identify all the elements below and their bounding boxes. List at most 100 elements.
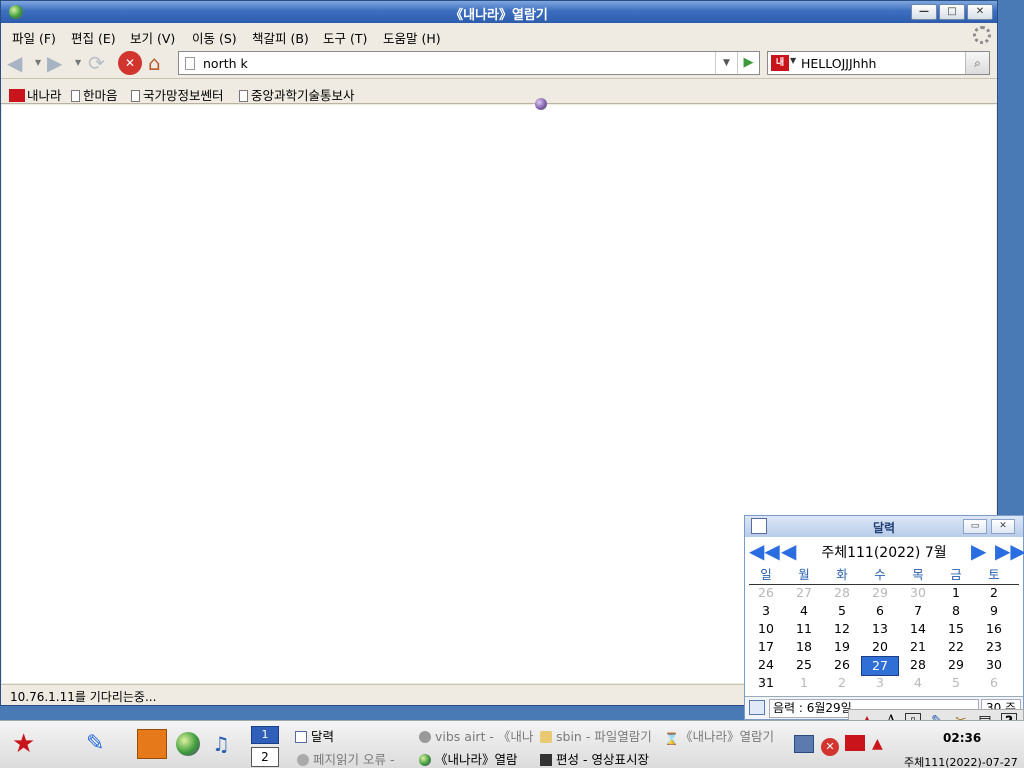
calendar-day[interactable]: 27	[785, 584, 823, 602]
calendar-day[interactable]: 24	[747, 656, 785, 674]
calendar-day[interactable]: 8	[937, 602, 975, 620]
calendar-day[interactable]: 4	[785, 602, 823, 620]
url-dropdown-icon[interactable]: ▼	[715, 52, 737, 74]
calendar-close-button[interactable]: ✕	[991, 519, 1015, 534]
calendar-day[interactable]: 27	[861, 656, 899, 676]
calendar-day[interactable]: 11	[785, 620, 823, 638]
task-sbin[interactable]: sbin - 파일열람기	[540, 726, 658, 745]
menu-tools[interactable]: 도구 (T)	[323, 28, 367, 47]
start-menu-star-icon[interactable]: ★	[12, 729, 68, 759]
lunar-icon[interactable]	[749, 700, 765, 715]
calendar-day[interactable]: 29	[937, 656, 975, 674]
back-arrow-icon[interactable]: ◀	[7, 51, 31, 75]
task-vibs[interactable]: vibs airt - 《내나	[419, 726, 535, 745]
search-icon[interactable]: ⌕	[965, 52, 989, 74]
flag-icon[interactable]	[845, 735, 865, 751]
calendar-day[interactable]: 10	[747, 620, 785, 638]
network-icon[interactable]	[794, 735, 814, 753]
calendar-day[interactable]: 30	[899, 584, 937, 602]
bookmark-network-center[interactable]: 국가망정보쎈터	[131, 85, 224, 104]
forward-arrow-icon[interactable]: ▶	[47, 51, 71, 75]
calendar-day[interactable]: 3	[747, 602, 785, 620]
calendar-day[interactable]: 12	[823, 620, 861, 638]
calendar-restore-button[interactable]: ▭	[963, 519, 987, 534]
bookmark-science-news[interactable]: 중앙과학기술통보사	[239, 85, 355, 104]
calendar-day[interactable]: 23	[975, 638, 1013, 656]
next-year-icon[interactable]: ▶▶	[995, 540, 1024, 562]
reload-icon[interactable]: ⟳	[88, 51, 112, 75]
calendar-day[interactable]: 26	[823, 656, 861, 674]
calendar-day[interactable]: 17	[747, 638, 785, 656]
calendar-day[interactable]: 5	[823, 602, 861, 620]
calendar-day[interactable]: 28	[899, 656, 937, 674]
media-player-icon[interactable]: ♫	[212, 729, 242, 759]
task-video-editor[interactable]: 편성 - 영상표시장	[540, 749, 658, 768]
next-month-icon[interactable]: ▶	[971, 540, 986, 562]
calendar-day[interactable]: 13	[861, 620, 899, 638]
calendar-day[interactable]: 22	[937, 638, 975, 656]
task-browser-loading[interactable]: ⌛《내나라》열람기	[664, 726, 780, 745]
prev-month-icon[interactable]: ◀	[781, 540, 796, 562]
flame-icon[interactable]: ▲	[872, 736, 886, 766]
desktop-1-button[interactable]: 1	[251, 726, 279, 744]
search-input[interactable]	[801, 54, 961, 72]
editor-icon[interactable]: ✎	[86, 729, 116, 759]
url-input[interactable]	[203, 54, 713, 72]
calendar-day[interactable]: 28	[823, 584, 861, 602]
calendar-day[interactable]: 29	[861, 584, 899, 602]
file-manager-icon[interactable]	[137, 729, 167, 759]
minimize-button[interactable]: —	[911, 4, 937, 20]
browser-globe-icon[interactable]	[176, 732, 200, 756]
task-calendar[interactable]: 달력	[295, 726, 415, 745]
calendar-title-bar[interactable]: 달력 ▭ ✕	[745, 516, 1023, 537]
calendar-day[interactable]: 9	[975, 602, 1013, 620]
menu-edit[interactable]: 편집 (E)	[71, 28, 116, 47]
calendar-day[interactable]: 14	[899, 620, 937, 638]
clock[interactable]: 02:36	[943, 731, 981, 745]
menu-view[interactable]: 보기 (V)	[130, 28, 175, 47]
calendar-day[interactable]: 31	[747, 674, 785, 692]
search-bar[interactable]: 내 ▼ ⌕	[767, 51, 990, 75]
calendar-day[interactable]: 7	[899, 602, 937, 620]
naenara-logo-icon[interactable]: 내	[771, 55, 789, 71]
forward-dropdown-icon[interactable]: ▼	[75, 58, 81, 67]
engine-dropdown-icon[interactable]: ▼	[790, 56, 796, 65]
calendar-day[interactable]: 26	[747, 584, 785, 602]
address-bar[interactable]: ▼ ▶	[178, 51, 760, 75]
calendar-day[interactable]: 18	[785, 638, 823, 656]
close-button[interactable]: ✕	[967, 4, 993, 20]
menu-bookmarks[interactable]: 책갈피 (B)	[252, 28, 309, 47]
menu-go[interactable]: 이동 (S)	[192, 28, 237, 47]
volume-muted-icon[interactable]: ✕	[821, 738, 839, 756]
bookmark-naenara[interactable]: 내나라	[9, 85, 62, 104]
home-icon[interactable]: ⌂	[148, 51, 172, 75]
go-arrow-icon[interactable]: ▶	[737, 52, 759, 74]
calendar-day[interactable]: 1	[937, 584, 975, 602]
task-browser[interactable]: 《내나라》열람	[419, 749, 535, 768]
bookmark-hanmaeum[interactable]: 한마음	[71, 85, 118, 104]
calendar-day[interactable]: 19	[823, 638, 861, 656]
back-dropdown-icon[interactable]: ▼	[35, 58, 41, 67]
calendar-day[interactable]: 3	[861, 674, 899, 692]
desktop-2-button[interactable]: 2	[251, 747, 279, 767]
prev-year-icon[interactable]: ◀◀	[749, 540, 780, 562]
calendar-day[interactable]: 21	[899, 638, 937, 656]
calendar-day[interactable]: 16	[975, 620, 1013, 638]
calendar-day[interactable]: 25	[785, 656, 823, 674]
calendar-day[interactable]: 30	[975, 656, 1013, 674]
stop-icon[interactable]: ✕	[118, 51, 142, 75]
calendar-day[interactable]: 2	[975, 584, 1013, 602]
calendar-day[interactable]: 15	[937, 620, 975, 638]
menu-file[interactable]: 파일 (F)	[12, 28, 56, 47]
task-page-error[interactable]: 페지읽기 오류 -	[297, 749, 415, 768]
calendar-day[interactable]: 4	[899, 674, 937, 692]
title-bar[interactable]: 《내나라》열람기 — □ ✕	[1, 1, 997, 23]
calendar-day[interactable]: 5	[937, 674, 975, 692]
calendar-day[interactable]: 6	[975, 674, 1013, 692]
calendar-day[interactable]: 6	[861, 602, 899, 620]
menu-help[interactable]: 도움말 (H)	[383, 28, 441, 47]
calendar-day[interactable]: 20	[861, 638, 899, 656]
calendar-day[interactable]: 1	[785, 674, 823, 692]
maximize-button[interactable]: □	[939, 4, 965, 20]
calendar-day[interactable]: 2	[823, 674, 861, 692]
